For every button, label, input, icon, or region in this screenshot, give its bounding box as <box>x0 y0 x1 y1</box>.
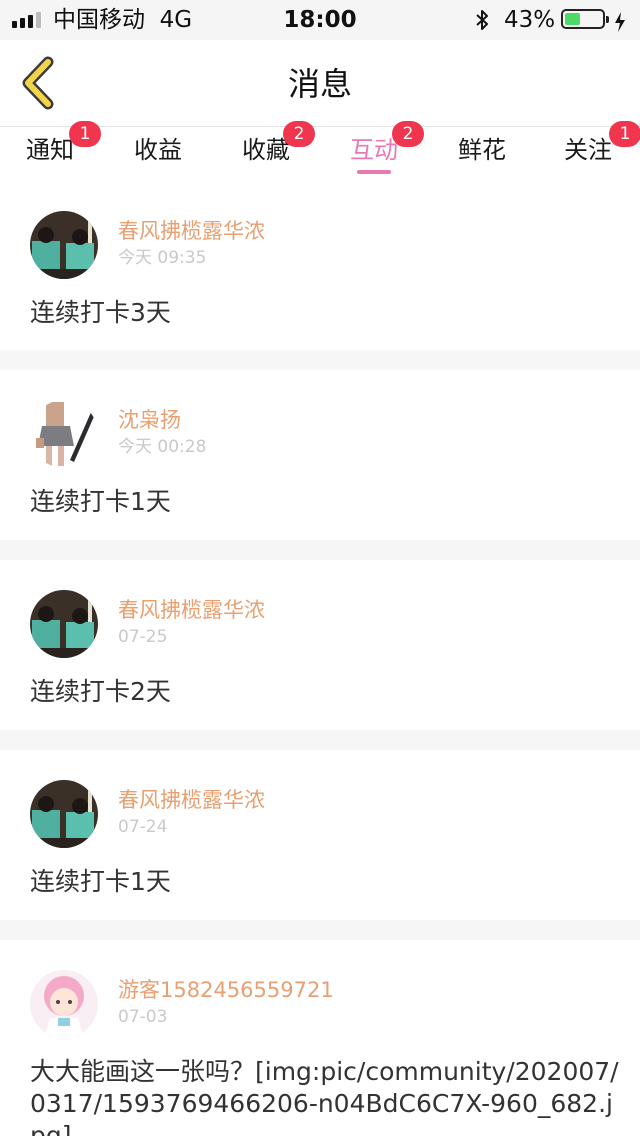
avatar[interactable] <box>30 590 98 658</box>
avatar[interactable] <box>30 400 98 468</box>
username[interactable]: 春风拂榄露华浓 <box>118 217 265 245</box>
message-text: 大大能画这一张吗？[img:pic/community/202007/0317/… <box>30 1057 619 1136</box>
message-card[interactable]: 春风拂榄露华浓 今天 09:35 连续打卡3天 <box>0 175 640 350</box>
username[interactable]: 春风拂榄露华浓 <box>118 596 265 624</box>
active-tab-indicator <box>357 170 391 174</box>
divider <box>0 350 640 370</box>
tab-label: 鲜花 <box>458 136 506 164</box>
tab-bar: 通知 1 收益 收藏 2 互动 2 鲜花 关注 1 <box>0 121 640 175</box>
avatar[interactable] <box>30 780 98 848</box>
tab-interactions[interactable]: 互动 2 <box>329 121 424 175</box>
tab-earnings[interactable]: 收益 <box>113 127 203 175</box>
message-list: 春风拂榄露华浓 今天 09:35 连续打卡3天 沈枭扬 今天 00:28 连续打 <box>0 175 640 1136</box>
battery-icon <box>561 9 609 29</box>
unread-badge: 1 <box>69 121 101 147</box>
message-card[interactable]: 游客1582456559721 07-03 大大能画这一张吗？[img:pic/… <box>0 940 640 1136</box>
nav-header: 消息 <box>0 40 640 127</box>
avatar[interactable] <box>30 970 98 1038</box>
username[interactable]: 游客1582456559721 <box>118 976 334 1004</box>
timestamp: 今天 00:28 <box>118 437 207 457</box>
bluetooth-icon <box>474 5 490 35</box>
battery-percent: 43% <box>504 7 556 33</box>
tab-notifications[interactable]: 通知 1 <box>5 121 101 175</box>
unread-badge: 1 <box>609 121 640 147</box>
message-text: 连续打卡1天 <box>30 867 171 896</box>
divider <box>0 730 640 750</box>
message-card[interactable]: 沈枭扬 今天 00:28 连续打卡1天 <box>0 370 640 540</box>
username[interactable]: 春风拂榄露华浓 <box>118 786 265 814</box>
avatar[interactable] <box>30 211 98 279</box>
message-card[interactable]: 春风拂榄露华浓 07-25 连续打卡2天 <box>0 560 640 730</box>
tab-label: 通知 <box>26 136 74 164</box>
unread-badge: 2 <box>283 121 315 147</box>
message-text: 连续打卡2天 <box>30 677 171 706</box>
app-screen: 中国移动 4G 18:00 43% 消息 通知 1 收益 收藏 2 互动 2 鲜… <box>0 0 640 1136</box>
page-title: 消息 <box>287 65 352 103</box>
status-bar: 中国移动 4G 18:00 43% <box>0 0 640 40</box>
timestamp: 07-03 <box>118 1007 168 1027</box>
timestamp: 07-24 <box>118 817 168 837</box>
tab-favorites[interactable]: 收藏 2 <box>221 121 315 175</box>
battery-fill <box>565 13 580 25</box>
timestamp: 07-25 <box>118 627 168 647</box>
charging-icon <box>614 5 626 35</box>
tab-following[interactable]: 关注 1 <box>543 121 640 175</box>
divider <box>0 920 640 940</box>
unread-badge: 2 <box>392 121 424 147</box>
message-text: 连续打卡1天 <box>30 487 171 516</box>
tab-label: 互动 <box>350 136 398 164</box>
username[interactable]: 沈枭扬 <box>118 406 181 434</box>
timestamp: 今天 09:35 <box>118 248 207 268</box>
divider <box>0 540 640 560</box>
tab-label: 收益 <box>134 136 182 164</box>
tab-flowers[interactable]: 鲜花 <box>437 127 527 175</box>
tab-label: 关注 <box>564 136 612 164</box>
message-card[interactable]: 春风拂榄露华浓 07-24 连续打卡1天 <box>0 750 640 920</box>
message-text: 连续打卡3天 <box>30 298 171 327</box>
